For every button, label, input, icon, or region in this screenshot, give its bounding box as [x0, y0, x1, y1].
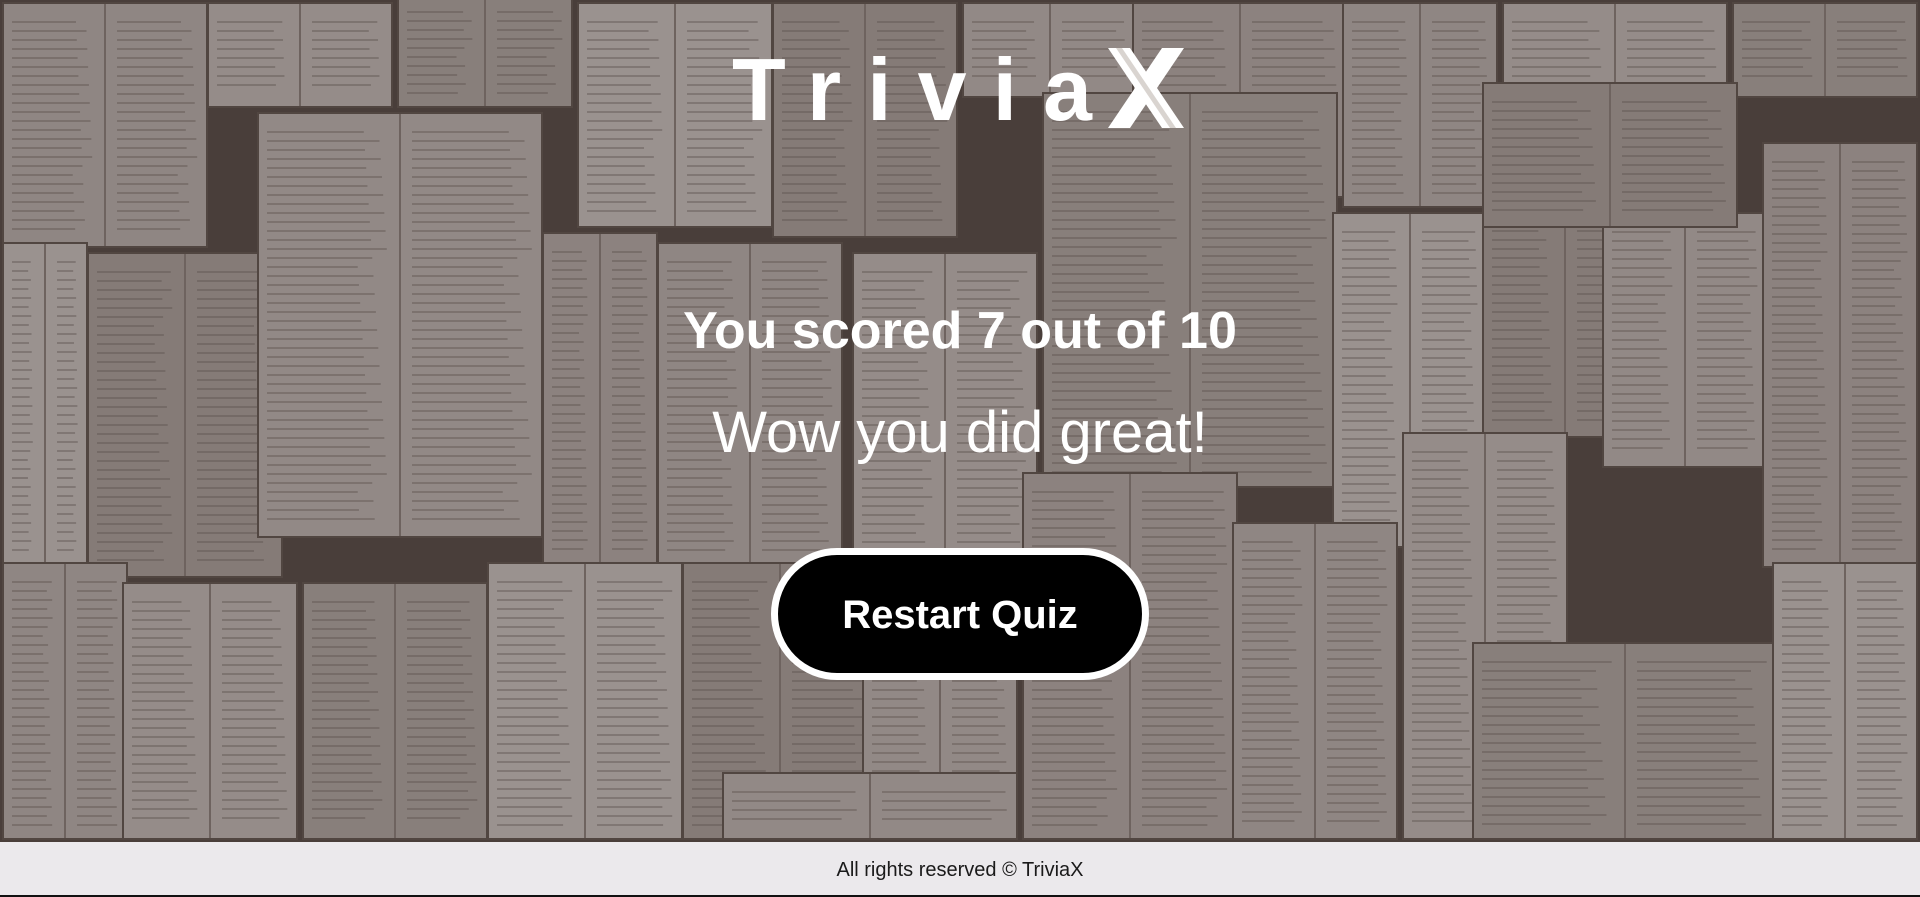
site-logo: Trivia X [0, 40, 1920, 140]
results-page: Trivia X You scored 7 out of 10 Wow you … [0, 0, 1920, 897]
footer: All rights reserved © TriviaX [0, 842, 1920, 897]
logo-text: Trivia [732, 40, 1118, 139]
score-text: You scored 7 out of 10 [683, 302, 1237, 360]
footer-copyright: All rights reserved © TriviaX [836, 859, 1084, 881]
logo-x-mark: X [1104, 46, 1188, 130]
restart-container: Restart Quiz [0, 548, 1920, 680]
restart-quiz-button[interactable]: Restart Quiz [771, 548, 1149, 680]
result-message: Wow you did great! [712, 400, 1208, 465]
